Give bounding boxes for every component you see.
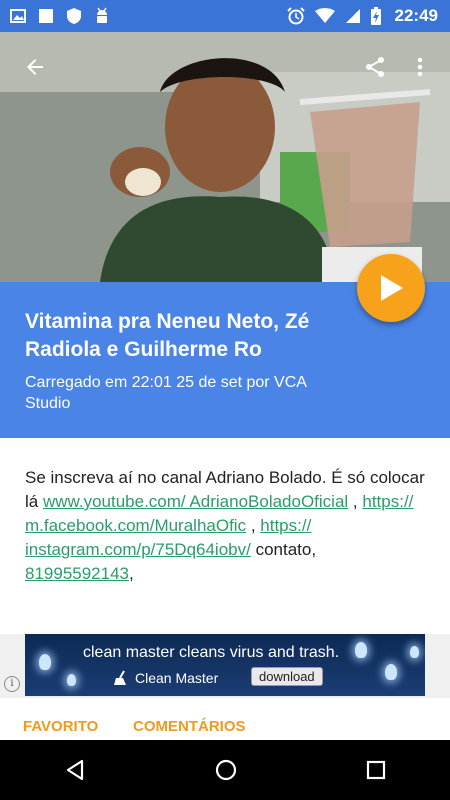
tab-bar: FAVORITO COMENTÁRIOS xyxy=(0,698,450,740)
navigation-bar xyxy=(0,740,450,800)
battery-charging-icon xyxy=(370,7,381,25)
ad-content[interactable]: clean master cleans virus and trash. Cle… xyxy=(25,634,425,696)
nav-recents-icon[interactable] xyxy=(365,759,387,781)
ad-brand-name: Clean Master xyxy=(135,670,219,686)
broom-icon xyxy=(113,670,129,686)
bulb-decoration xyxy=(39,654,51,670)
desc-text: , xyxy=(129,564,134,583)
phone-link[interactable]: 81995592143 xyxy=(25,564,129,583)
back-button[interactable] xyxy=(18,50,52,84)
signal-icon xyxy=(345,8,361,24)
share-icon xyxy=(363,55,387,79)
wifi-icon xyxy=(314,8,335,24)
bulb-decoration xyxy=(67,674,76,686)
shield-icon xyxy=(66,7,82,25)
youtube-link[interactable]: www.youtube.com/ AdrianoBoladoOficial xyxy=(43,492,348,511)
video-description: Se inscreva aí no canal Adriano Bolado. … xyxy=(25,466,425,586)
ad-headline: clean master cleans virus and trash. xyxy=(83,644,340,661)
video-title: Vitamina pra Neneu Neto, Zé Radiola e Gu… xyxy=(25,310,310,361)
more-vert-icon xyxy=(416,55,424,79)
ad-brand: Clean Master xyxy=(113,670,218,686)
more-options-button[interactable] xyxy=(403,50,437,84)
bulb-decoration xyxy=(355,642,367,658)
play-button[interactable] xyxy=(357,254,425,322)
ad-banner[interactable]: clean master cleans virus and trash. Cle… xyxy=(0,634,450,698)
image-icon xyxy=(10,8,26,24)
desc-text: , xyxy=(246,516,261,535)
desc-text: contato, xyxy=(250,540,317,559)
video-thumbnail[interactable] xyxy=(0,32,450,282)
nav-home-icon[interactable] xyxy=(214,758,238,782)
ad-download-button[interactable]: download xyxy=(251,667,323,686)
tab-comentarios[interactable]: COMENTÁRIOS xyxy=(133,718,246,735)
nav-back-icon[interactable] xyxy=(63,758,87,782)
play-icon xyxy=(377,273,405,303)
bulb-decoration xyxy=(385,664,397,680)
square-icon xyxy=(38,8,54,24)
android-icon xyxy=(94,7,110,25)
share-button[interactable] xyxy=(358,50,392,84)
desc-text: , xyxy=(348,492,363,511)
alarm-icon xyxy=(286,7,305,25)
ad-info-icon[interactable]: i xyxy=(4,676,20,692)
arrow-back-icon xyxy=(23,55,47,79)
tab-favorito[interactable]: FAVORITO xyxy=(23,718,98,735)
status-bar: 22:49 xyxy=(0,0,450,32)
clock-time: 22:49 xyxy=(394,6,438,25)
upload-info: Carregado em 22:01 25 de set por VCA Stu… xyxy=(25,374,307,412)
bulb-decoration xyxy=(410,646,419,658)
